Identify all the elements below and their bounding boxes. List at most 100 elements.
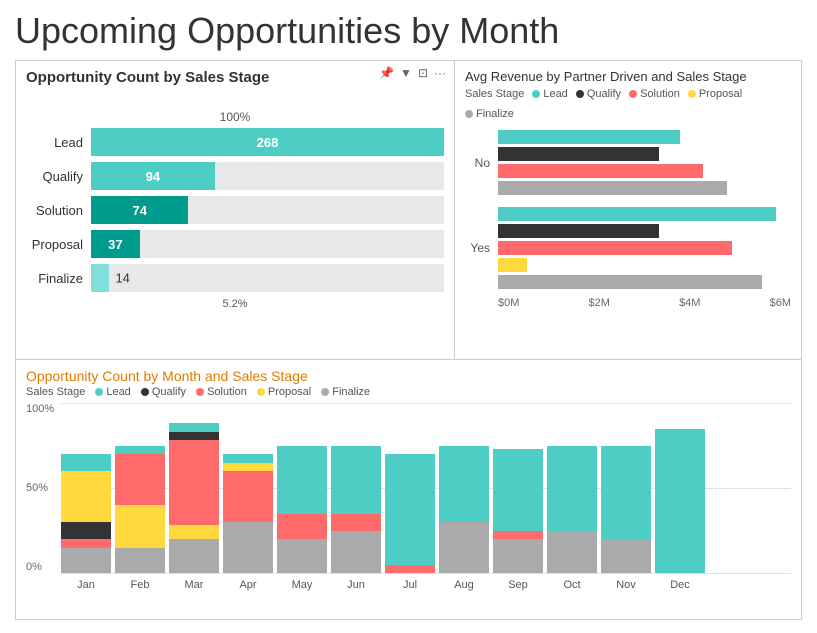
legend-label: Lead [106, 386, 130, 398]
revenue-bars [498, 130, 791, 195]
monthly-legend-item: Lead [95, 386, 130, 398]
rev-bar [498, 181, 727, 195]
bar-track: 74 [91, 196, 444, 224]
monthly-title: Opportunity Count by Month and Sales Sta… [26, 368, 791, 384]
monthly-legend: Sales Stage Lead Qualify Solution Proposal Fi… [26, 386, 791, 398]
legend-label: Proposal [699, 88, 742, 100]
stacked-col: Feb [115, 403, 165, 573]
stacked-col: Aug [439, 403, 489, 573]
legend-dot [629, 90, 637, 98]
revenue-group: No [465, 130, 791, 195]
revenue-card: Avg Revenue by Partner Driven and Sales … [455, 60, 802, 360]
stacked-col: Mar [169, 403, 219, 573]
stacked-segment [115, 446, 165, 455]
x-axis-label: $0M [498, 297, 519, 309]
stacked-segment [169, 440, 219, 525]
legend-label: Finalize [332, 386, 370, 398]
col-label: Aug [454, 579, 474, 591]
stacked-segment [601, 446, 651, 540]
legend-sales-stage-label: Sales Stage [465, 88, 524, 100]
stacked-segment [115, 454, 165, 505]
legend-label: Solution [207, 386, 247, 398]
bar-track: 37 [91, 230, 444, 258]
stacked-col: Dec [655, 403, 705, 573]
rev-bar [498, 130, 680, 144]
stacked-segment [61, 548, 111, 574]
stacked-segment [61, 539, 111, 548]
page: Upcoming Opportunities by Month 📌 ▼ ⊡ ··… [0, 0, 817, 633]
x-axis-label: $2M [589, 297, 610, 309]
legend-dot [257, 388, 265, 396]
stacked-segment [385, 454, 435, 565]
legend-item: Proposal [688, 88, 742, 100]
stacked-segment [439, 522, 489, 573]
stacked-segment [493, 539, 543, 573]
bar-fill: 74 [91, 196, 188, 224]
col-label: Jan [77, 579, 95, 591]
bar-label: Lead [26, 135, 91, 150]
stacked-segment [223, 454, 273, 463]
legend-label: Proposal [268, 386, 311, 398]
y-axis-label: 0% [26, 561, 54, 573]
bar-row: Qualify94 [26, 162, 444, 190]
monthly-legend-label: Sales Stage [26, 386, 85, 398]
col-label: Dec [670, 579, 690, 591]
pin-icon[interactable]: 📌 [379, 66, 394, 80]
stacked-col: May [277, 403, 327, 573]
y-axis-labels: 100%50%0% [26, 403, 54, 573]
bar-value-outside: 14 [109, 271, 129, 286]
stacked-segment [331, 446, 381, 514]
monthly-legend-item: Proposal [257, 386, 311, 398]
bar-track: 268 [91, 128, 444, 156]
stacked-segment [61, 454, 111, 471]
stacked-segment [61, 522, 111, 539]
gridline [61, 573, 791, 574]
stacked-col: Jun [331, 403, 381, 573]
bar-label: Proposal [26, 237, 91, 252]
bar-row: Proposal37 [26, 230, 444, 258]
bar-fill: 37 [91, 230, 140, 258]
legend-label: Finalize [476, 108, 514, 120]
stacked-segment [385, 565, 435, 574]
bar-row: Solution74 [26, 196, 444, 224]
y-axis-label: 50% [26, 482, 54, 494]
stacked-segment [331, 514, 381, 531]
stacked-chart-area: 100%50%0% JanFebMarAprMayJunJulAugSepOct… [26, 403, 791, 593]
col-label: Jun [347, 579, 365, 591]
legend-dot [465, 110, 473, 118]
stacked-segment [493, 449, 543, 531]
bar-label: Solution [26, 203, 91, 218]
monthly-legend-item: Solution [196, 386, 247, 398]
stacked-segment [277, 446, 327, 514]
col-label: Oct [563, 579, 580, 591]
monthly-card: Opportunity Count by Month and Sales Sta… [15, 360, 802, 620]
stacked-segment [547, 531, 597, 574]
stacked-segment [547, 446, 597, 531]
bar-label: Qualify [26, 169, 91, 184]
dashboard-grid: 📌 ▼ ⊡ ··· Opportunity Count by Sales Sta… [15, 60, 802, 620]
page-title: Upcoming Opportunities by Month [15, 10, 802, 52]
legend-dot [196, 388, 204, 396]
bar-label: Finalize [26, 271, 91, 286]
legend-item: Solution [629, 88, 680, 100]
filter-icon[interactable]: ▼ [400, 66, 412, 80]
more-icon[interactable]: ··· [434, 66, 446, 80]
legend-label: Qualify [587, 88, 621, 100]
legend-dot [321, 388, 329, 396]
expand-icon[interactable]: ⊡ [418, 66, 428, 80]
revenue-chart-body: NoYes [465, 130, 791, 289]
stacked-segment [115, 548, 165, 574]
stacked-segment [169, 423, 219, 432]
legend-item: Qualify [576, 88, 621, 100]
stacked-col: Apr [223, 403, 273, 573]
stacked-col: Jan [61, 403, 111, 573]
stacked-segment [439, 446, 489, 523]
revenue-bars [498, 207, 791, 289]
legend-dot [688, 90, 696, 98]
bar-row: Finalize 14 [26, 264, 444, 292]
revenue-group-label: No [465, 156, 490, 170]
bar-track: 14 [91, 264, 444, 292]
legend-label: Lead [543, 88, 567, 100]
percent-bottom: 5.2% [26, 298, 444, 310]
legend-label: Qualify [152, 386, 186, 398]
